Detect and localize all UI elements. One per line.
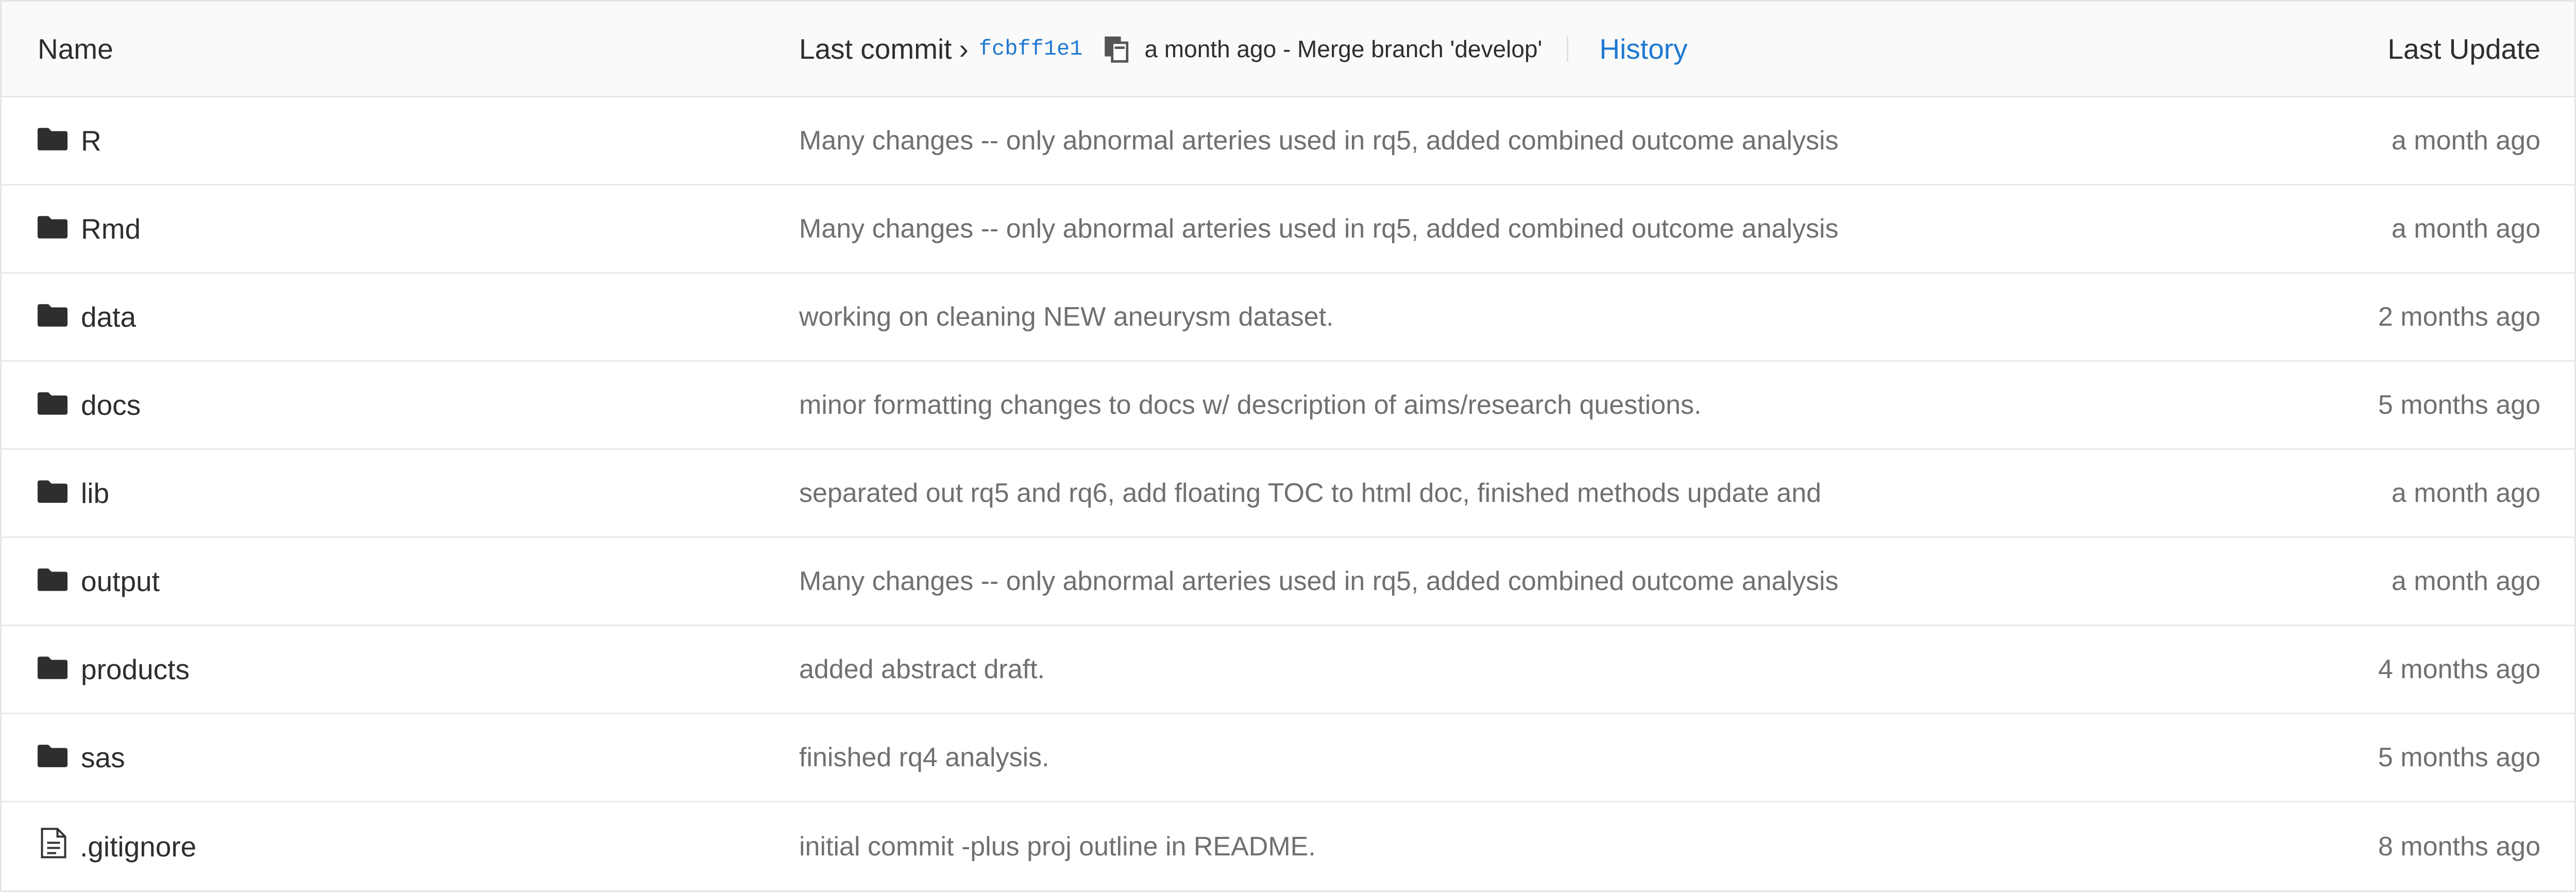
table-header: Name Last commit › fcbff1e1 a month ago …: [2, 2, 2574, 97]
table-row[interactable]: data working on cleaning NEW aneurysm da…: [2, 274, 2574, 362]
tree-item-name[interactable]: products: [81, 653, 190, 686]
file-tree-table: Name Last commit › fcbff1e1 a month ago …: [0, 0, 2576, 892]
table-row[interactable]: output Many changes -- only abnormal art…: [2, 538, 2574, 626]
table-row[interactable]: lib separated out rq5 and rq6, add float…: [2, 450, 2574, 538]
commit-message-link[interactable]: initial commit -plus proj outline in REA…: [799, 831, 1316, 862]
folder-icon: [38, 212, 81, 245]
commit-meta: a month ago - Merge branch 'develop': [1144, 35, 1543, 62]
folder-icon: [38, 389, 81, 422]
tree-item-link[interactable]: data: [38, 300, 136, 333]
commit-message-link[interactable]: Many changes -- only abnormal arteries u…: [799, 566, 1839, 597]
file-rows: R Many changes -- only abnormal arteries…: [2, 97, 2574, 890]
commit-sha-link[interactable]: fcbff1e1: [979, 37, 1083, 61]
commit-message-link[interactable]: Many changes -- only abnormal arteries u…: [799, 213, 1839, 244]
history-link[interactable]: History: [1599, 32, 1687, 65]
last-update-time: 5 months ago: [2378, 390, 2540, 420]
file-text-icon: [38, 828, 80, 865]
last-update-time: a month ago: [2391, 566, 2540, 596]
commit-message-link[interactable]: separated out rq5 and rq6, add floating …: [799, 478, 1821, 509]
folder-icon: [38, 741, 81, 774]
name-header-label: Name: [38, 32, 113, 65]
tree-item-name[interactable]: R: [81, 124, 101, 157]
commit-message-link[interactable]: finished rq4 analysis.: [799, 742, 1049, 773]
commit-message-link[interactable]: Many changes -- only abnormal arteries u…: [799, 125, 1839, 156]
tree-item-link[interactable]: Rmd: [38, 212, 141, 245]
tree-item-name[interactable]: .gitignore: [80, 830, 196, 863]
tree-item-link[interactable]: products: [38, 653, 190, 686]
last-update-time: a month ago: [2391, 478, 2540, 508]
name-column-header: Name: [38, 2, 113, 96]
last-update-time: 8 months ago: [2378, 831, 2540, 862]
tree-item-name[interactable]: sas: [81, 741, 125, 774]
tree-item-link[interactable]: output: [38, 565, 160, 598]
commit-message-link[interactable]: working on cleaning NEW aneurysm dataset…: [799, 301, 1334, 332]
folder-icon: [38, 565, 81, 598]
tree-item-name[interactable]: data: [81, 300, 136, 333]
table-row[interactable]: products added abstract draft. 4 months …: [2, 626, 2574, 714]
last-update-header: Last Update: [2387, 2, 2540, 96]
last-update-time: 5 months ago: [2378, 743, 2540, 772]
tree-item-name[interactable]: output: [81, 565, 160, 598]
commit-message-link[interactable]: minor formatting changes to docs w/ desc…: [799, 390, 1702, 420]
tree-item-name[interactable]: lib: [81, 477, 109, 510]
table-row[interactable]: .gitignore initial commit -plus proj out…: [2, 802, 2574, 890]
table-row[interactable]: R Many changes -- only abnormal arteries…: [2, 97, 2574, 186]
tree-item-link[interactable]: sas: [38, 741, 125, 774]
folder-icon: [38, 300, 81, 333]
folder-icon: [38, 124, 81, 157]
last-update-time: 4 months ago: [2378, 654, 2540, 684]
last-update-time: a month ago: [2391, 126, 2540, 156]
copy-icon[interactable]: [1101, 34, 1131, 64]
divider: [1567, 36, 1569, 62]
table-row[interactable]: sas finished rq4 analysis. 5 months ago: [2, 714, 2574, 802]
table-row[interactable]: Rmd Many changes -- only abnormal arteri…: [2, 186, 2574, 274]
tree-item-link[interactable]: lib: [38, 477, 109, 510]
tree-item-name[interactable]: docs: [81, 389, 141, 422]
last-commit-label: Last commit: [799, 32, 952, 65]
table-row[interactable]: docs minor formatting changes to docs w/…: [2, 362, 2574, 450]
commit-message-link[interactable]: added abstract draft.: [799, 654, 1045, 685]
tree-item-link[interactable]: docs: [38, 389, 141, 422]
last-update-time: 2 months ago: [2378, 302, 2540, 332]
last-update-label: Last Update: [2387, 32, 2540, 65]
last-commit-header: Last commit › fcbff1e1 a month ago - Mer…: [799, 2, 1687, 96]
last-update-time: a month ago: [2391, 214, 2540, 244]
chevron-right-icon: ›: [959, 32, 969, 65]
tree-item-link[interactable]: R: [38, 124, 101, 157]
folder-icon: [38, 477, 81, 510]
tree-item-link[interactable]: .gitignore: [38, 828, 196, 865]
folder-icon: [38, 653, 81, 686]
tree-item-name[interactable]: Rmd: [81, 212, 141, 245]
